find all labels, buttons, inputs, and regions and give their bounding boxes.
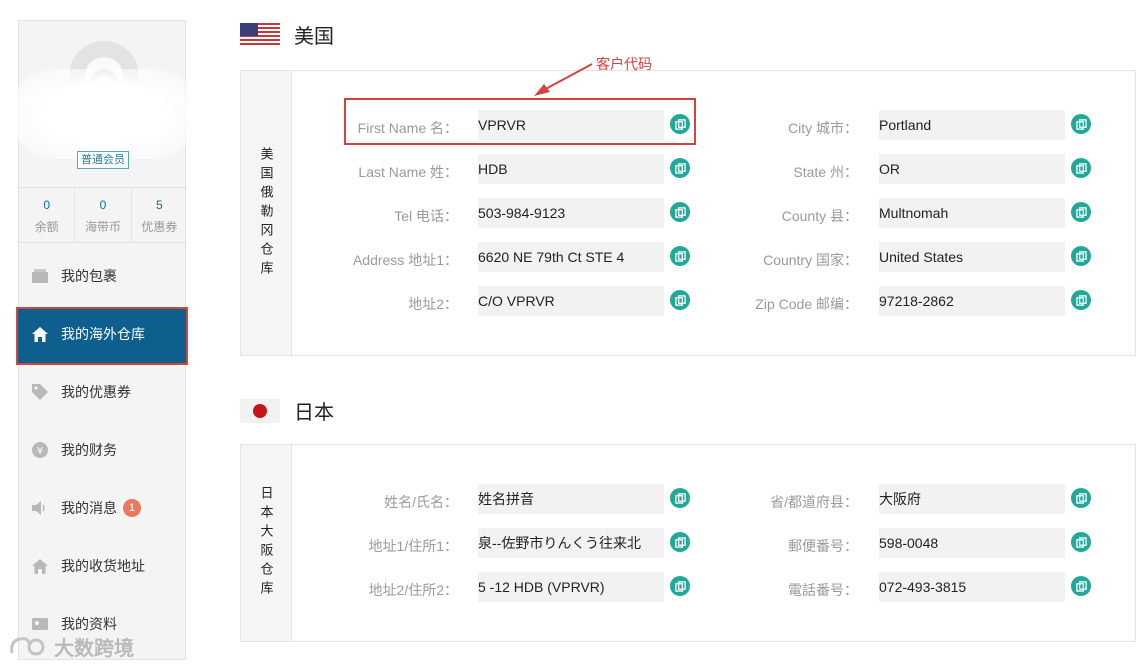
copy-icon[interactable]	[670, 202, 690, 222]
id-card-icon	[31, 615, 49, 633]
account-stats: 0 余额 0 海带币 5 优惠券	[19, 187, 187, 243]
annotation-arrow-icon	[534, 63, 593, 96]
sidebar: 普通会员 0 余额 0 海带币 5 优惠券 我的包裹 我的海外仓库 我的优惠券 …	[9, 20, 199, 660]
yen-icon: ¥	[31, 441, 49, 459]
field-label: Tel 电话：	[394, 208, 458, 224]
copy-icon[interactable]	[1071, 532, 1091, 552]
field-label: Last Name 姓：	[358, 164, 458, 180]
jp-section-header: 日本	[240, 396, 334, 425]
home-icon	[31, 557, 49, 575]
copy-icon[interactable]	[1071, 158, 1091, 178]
copy-icon[interactable]	[1071, 488, 1091, 508]
customer-code-annotation: 客户代码	[596, 56, 652, 72]
state-value[interactable]: OR	[879, 154, 1065, 184]
stat-coins[interactable]: 0 海带币	[75, 188, 132, 242]
tag-icon	[31, 383, 49, 401]
field-label: Zip Code 邮编：	[755, 296, 858, 312]
field-label: County 县：	[781, 208, 858, 224]
field-label: 地址2：	[408, 296, 458, 312]
watermark: 大数跨境	[8, 632, 134, 661]
sidebar-item-coupons[interactable]: 我的优惠券	[19, 363, 187, 421]
tel-value[interactable]: 503-984-9123	[478, 198, 664, 228]
copy-icon[interactable]	[1071, 290, 1091, 310]
copy-icon[interactable]	[1071, 576, 1091, 596]
watermark-logo-icon	[10, 636, 45, 655]
profile-area: 普通会员	[9, 21, 199, 183]
sidebar-item-shipping-address[interactable]: 我的收货地址	[19, 537, 187, 595]
speaker-icon	[31, 499, 49, 517]
sidebar-item-messages[interactable]: 我的消息 1	[19, 479, 187, 537]
city-value[interactable]: Portland	[879, 110, 1065, 140]
address1-value[interactable]: 6620 NE 79th Ct STE 4	[478, 242, 664, 272]
country-value[interactable]: United States	[879, 242, 1065, 272]
stat-coupons[interactable]: 5 优惠券	[132, 188, 187, 242]
us-section-title: 美国	[294, 26, 334, 48]
last-name-value[interactable]: HDB	[478, 154, 664, 184]
jp-section-title: 日本	[294, 402, 334, 424]
sidebar-item-finance[interactable]: ¥ 我的财务	[19, 421, 187, 479]
field-label: 姓名/氏名：	[384, 494, 458, 510]
copy-icon[interactable]	[1071, 202, 1091, 222]
field-label: 地址2/住所2：	[368, 582, 458, 598]
jp-address1-value[interactable]: 泉--佐野市りんくう往来北	[478, 528, 664, 558]
copy-icon[interactable]	[670, 488, 690, 508]
svg-text:¥: ¥	[37, 446, 43, 457]
us-section-header: 美国	[240, 20, 334, 49]
field-label: 郵便番号：	[788, 538, 858, 554]
jp-phone-value[interactable]: 072-493-3815	[879, 572, 1065, 602]
field-label: Address 地址1：	[352, 252, 458, 268]
customer-code-highlight	[344, 98, 696, 145]
county-value[interactable]: Multnomah	[879, 198, 1065, 228]
package-icon	[31, 267, 49, 285]
sidebar-nav: 我的包裹 我的海外仓库 我的优惠券 ¥ 我的财务 我的消息 1 我的收货地址 我…	[16, 247, 188, 653]
jp-flag-icon	[240, 398, 280, 423]
home-icon	[31, 325, 49, 343]
copy-icon[interactable]	[1071, 246, 1091, 266]
unread-count-badge: 1	[123, 499, 141, 517]
jp-prefecture-value[interactable]: 大阪府	[879, 484, 1065, 514]
field-label: 電話番号：	[788, 582, 858, 598]
stat-balance[interactable]: 0 余额	[19, 188, 76, 242]
field-label: Country 国家：	[763, 252, 858, 268]
copy-icon[interactable]	[670, 246, 690, 266]
jp-warehouse-label: 日本大阪仓库	[241, 445, 292, 641]
us-flag-icon	[240, 22, 280, 47]
copy-icon[interactable]	[1071, 114, 1091, 134]
field-label: 省/都道府县：	[770, 494, 858, 510]
copy-icon[interactable]	[670, 532, 690, 552]
username-blurred	[9, 69, 199, 159]
address2-value[interactable]: C/O VPRVR	[478, 286, 664, 316]
member-level-badge: 普通会员	[77, 151, 129, 169]
jp-postcode-value[interactable]: 598-0048	[879, 528, 1065, 558]
field-label: State 州：	[793, 164, 858, 180]
copy-icon[interactable]	[670, 576, 690, 596]
sidebar-item-overseas-warehouse[interactable]: 我的海外仓库	[16, 305, 188, 365]
copy-icon[interactable]	[670, 290, 690, 310]
us-warehouse-label: 美国俄勒冈仓库	[241, 71, 292, 355]
field-label: City 城市：	[788, 120, 858, 136]
jp-name-value[interactable]: 姓名拼音	[478, 484, 664, 514]
zip-value[interactable]: 97218-2862	[879, 286, 1065, 316]
field-label: 地址1/住所1：	[368, 538, 458, 554]
copy-icon[interactable]	[670, 158, 690, 178]
jp-address2-value[interactable]: 5 -12 HDB (VPRVR)	[478, 572, 664, 602]
sidebar-item-packages[interactable]: 我的包裹	[19, 247, 187, 305]
